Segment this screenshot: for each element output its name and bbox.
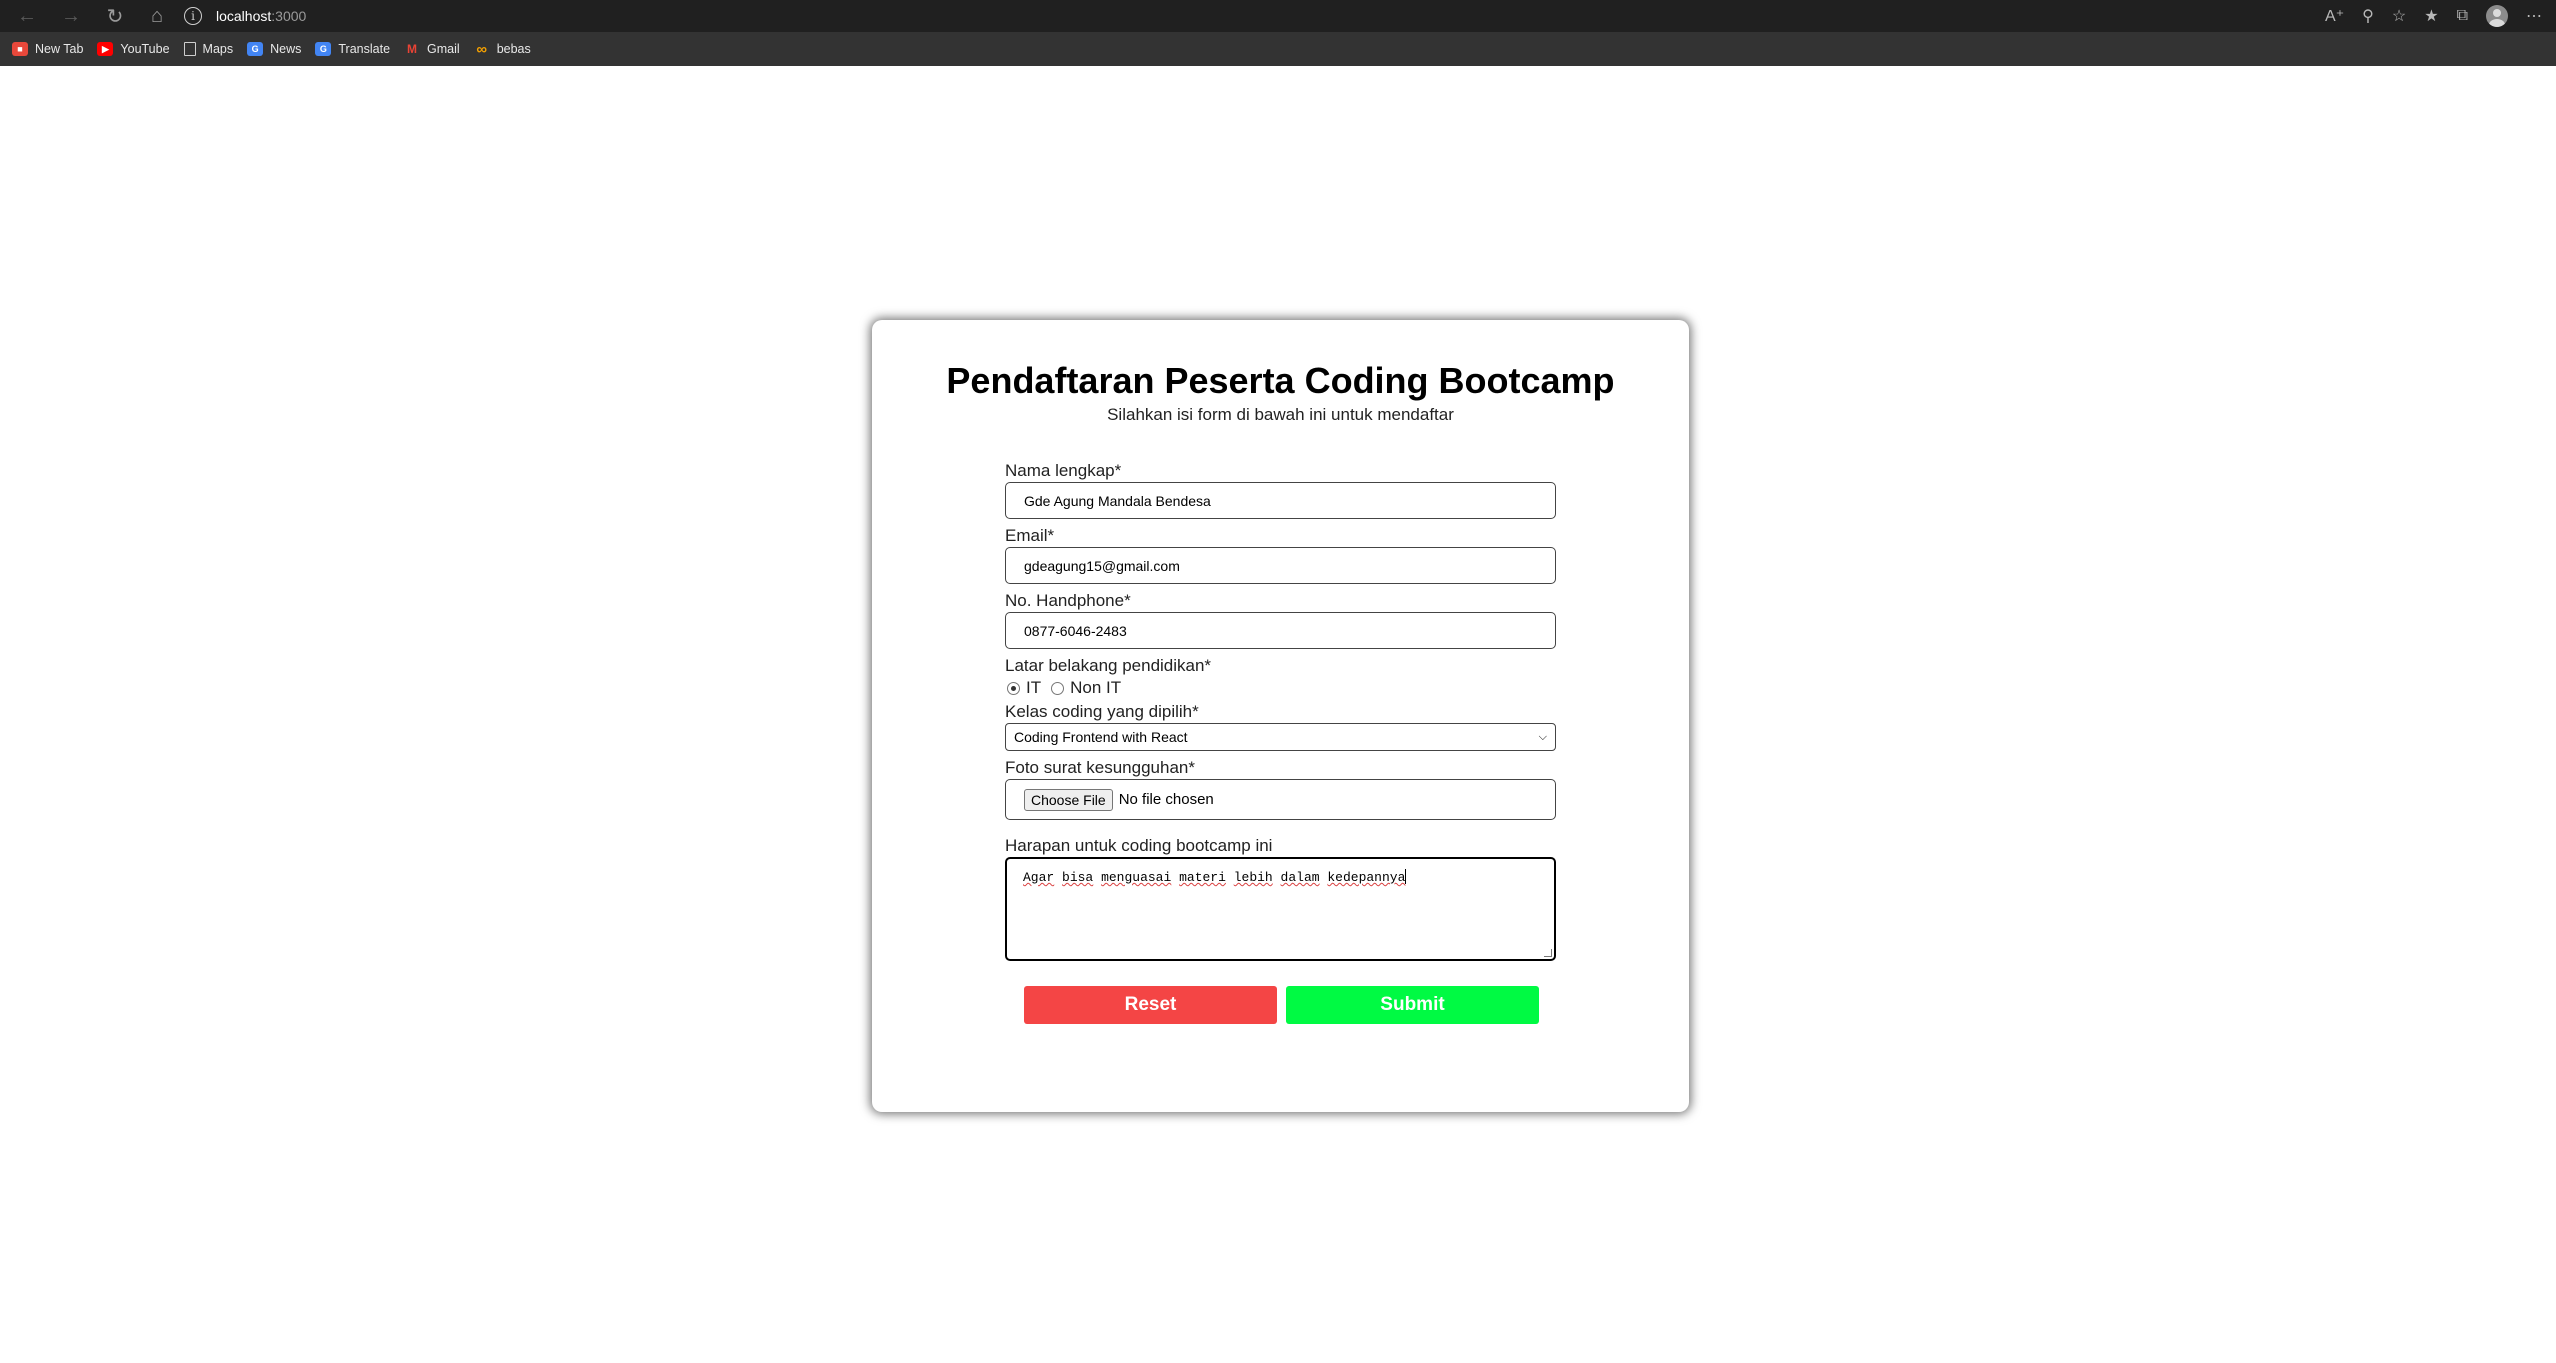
registration-card: Pendaftaran Peserta Coding Bootcamp Sila… xyxy=(872,320,1689,1112)
class-select[interactable]: Coding Frontend with React ⌵ xyxy=(1005,723,1556,751)
youtube-icon: ▶ xyxy=(97,42,114,56)
read-aloud-icon[interactable]: A⁺ xyxy=(2325,6,2344,26)
more-menu-icon[interactable]: ⋯ xyxy=(2526,6,2542,26)
bookmark-bebas[interactable]: ∞ bebas xyxy=(474,40,531,58)
address-url[interactable]: localhost:3000 xyxy=(216,8,306,24)
education-radio-group: IT Non IT xyxy=(1005,677,1556,699)
phone-label: No. Handphone* xyxy=(1005,591,1131,610)
radio-non-it-label: Non IT xyxy=(1070,678,1122,697)
class-label: Kelas coding yang dipilih* xyxy=(1005,702,1199,721)
choose-file-button[interactable]: Choose File xyxy=(1024,788,1113,811)
back-icon[interactable]: ← xyxy=(12,1,42,31)
address-bar[interactable]: i localhost:3000 xyxy=(184,2,306,30)
bookmark-label: News xyxy=(270,42,302,56)
bookmark-label: Maps xyxy=(202,42,234,56)
bookmark-label: Gmail xyxy=(427,42,460,56)
spell-word: lebih xyxy=(1233,870,1273,885)
favorites-icon[interactable]: ★ xyxy=(2424,6,2438,26)
bookmark-translate[interactable]: G Translate xyxy=(315,42,390,56)
spell-word: Agar xyxy=(1023,870,1055,885)
bookmark-label: New Tab xyxy=(35,42,84,56)
radio-it[interactable] xyxy=(1007,681,1020,695)
site-info-icon[interactable]: i xyxy=(184,7,202,25)
reload-icon[interactable]: ↻ xyxy=(100,1,130,31)
bookmark-maps[interactable]: Maps xyxy=(183,42,234,56)
forward-icon[interactable]: → xyxy=(56,1,86,31)
file-input[interactable]: Choose File No file chosen xyxy=(1005,779,1556,820)
reset-button[interactable]: Reset xyxy=(1024,986,1277,1024)
bookmark-new-tab[interactable]: ■ New Tab xyxy=(12,42,83,56)
bookmarks-bar: ■ New Tab ▶ YouTube Maps G News G Transl… xyxy=(0,32,2556,66)
browser-titlebar: ← → ↻ ⌂ i localhost:3000 A⁺ ⚲ ☆ ★ ⧉ ⋯ xyxy=(0,0,2556,32)
gmail-icon: M xyxy=(407,42,418,56)
form-actions: Reset Submit xyxy=(1024,986,1539,1024)
news-icon: G xyxy=(247,42,264,56)
spell-word: materi xyxy=(1179,870,1226,885)
bookmark-gmail[interactable]: M Gmail xyxy=(404,42,460,56)
radio-non-it[interactable] xyxy=(1051,681,1065,695)
infinity-icon: ∞ xyxy=(476,40,488,58)
registration-form: Nama lengkap* Email* No. Handphone* Lata… xyxy=(1005,460,1556,961)
text-caret xyxy=(1405,869,1407,884)
new-tab-icon: ■ xyxy=(12,42,28,56)
email-label: Email* xyxy=(1005,526,1055,545)
file-status: No file chosen xyxy=(1118,791,1214,808)
file-label: Foto surat kesungguhan* xyxy=(1005,758,1195,777)
radio-it-label: IT xyxy=(1026,678,1042,697)
bookmark-youtube[interactable]: ▶ YouTube xyxy=(97,42,170,56)
add-favorite-icon[interactable]: ☆ xyxy=(2392,6,2406,26)
spell-word: menguasai xyxy=(1101,870,1172,885)
page-icon xyxy=(183,42,196,56)
spell-word: bisa xyxy=(1062,870,1094,885)
bookmark-label: bebas xyxy=(496,42,531,56)
translate-icon: G xyxy=(315,42,332,56)
bookmark-label: Translate xyxy=(338,42,391,56)
resize-grip-icon[interactable] xyxy=(1544,949,1552,957)
hope-textarea[interactable]: Agar bisa menguasai materi lebih dalam k… xyxy=(1005,857,1556,961)
profile-avatar-icon[interactable] xyxy=(2486,5,2508,27)
home-icon[interactable]: ⌂ xyxy=(142,1,172,31)
page-subtitle: Silahkan isi form di bawah ini untuk men… xyxy=(1107,405,1454,424)
zoom-icon[interactable]: ⚲ xyxy=(2362,6,2374,26)
phone-input[interactable] xyxy=(1005,612,1556,649)
bookmark-label: YouTube xyxy=(120,42,170,56)
page-title: Pendaftaran Peserta Coding Bootcamp xyxy=(946,360,1615,401)
spell-word: dalam xyxy=(1280,870,1320,885)
submit-button[interactable]: Submit xyxy=(1286,986,1539,1024)
education-label: Latar belakang pendidikan* xyxy=(1005,656,1212,675)
name-label: Nama lengkap* xyxy=(1005,461,1122,480)
bookmark-news[interactable]: G News xyxy=(247,42,301,56)
class-select-value: Coding Frontend with React xyxy=(1014,729,1188,745)
spell-word: kedepannya xyxy=(1327,870,1406,885)
hope-label: Harapan untuk coding bootcamp ini xyxy=(1005,836,1273,855)
email-input[interactable] xyxy=(1005,547,1556,584)
name-input[interactable] xyxy=(1005,482,1556,519)
chevron-down-icon: ⌵ xyxy=(1538,730,1547,743)
collections-icon[interactable]: ⧉ xyxy=(2457,7,2468,25)
